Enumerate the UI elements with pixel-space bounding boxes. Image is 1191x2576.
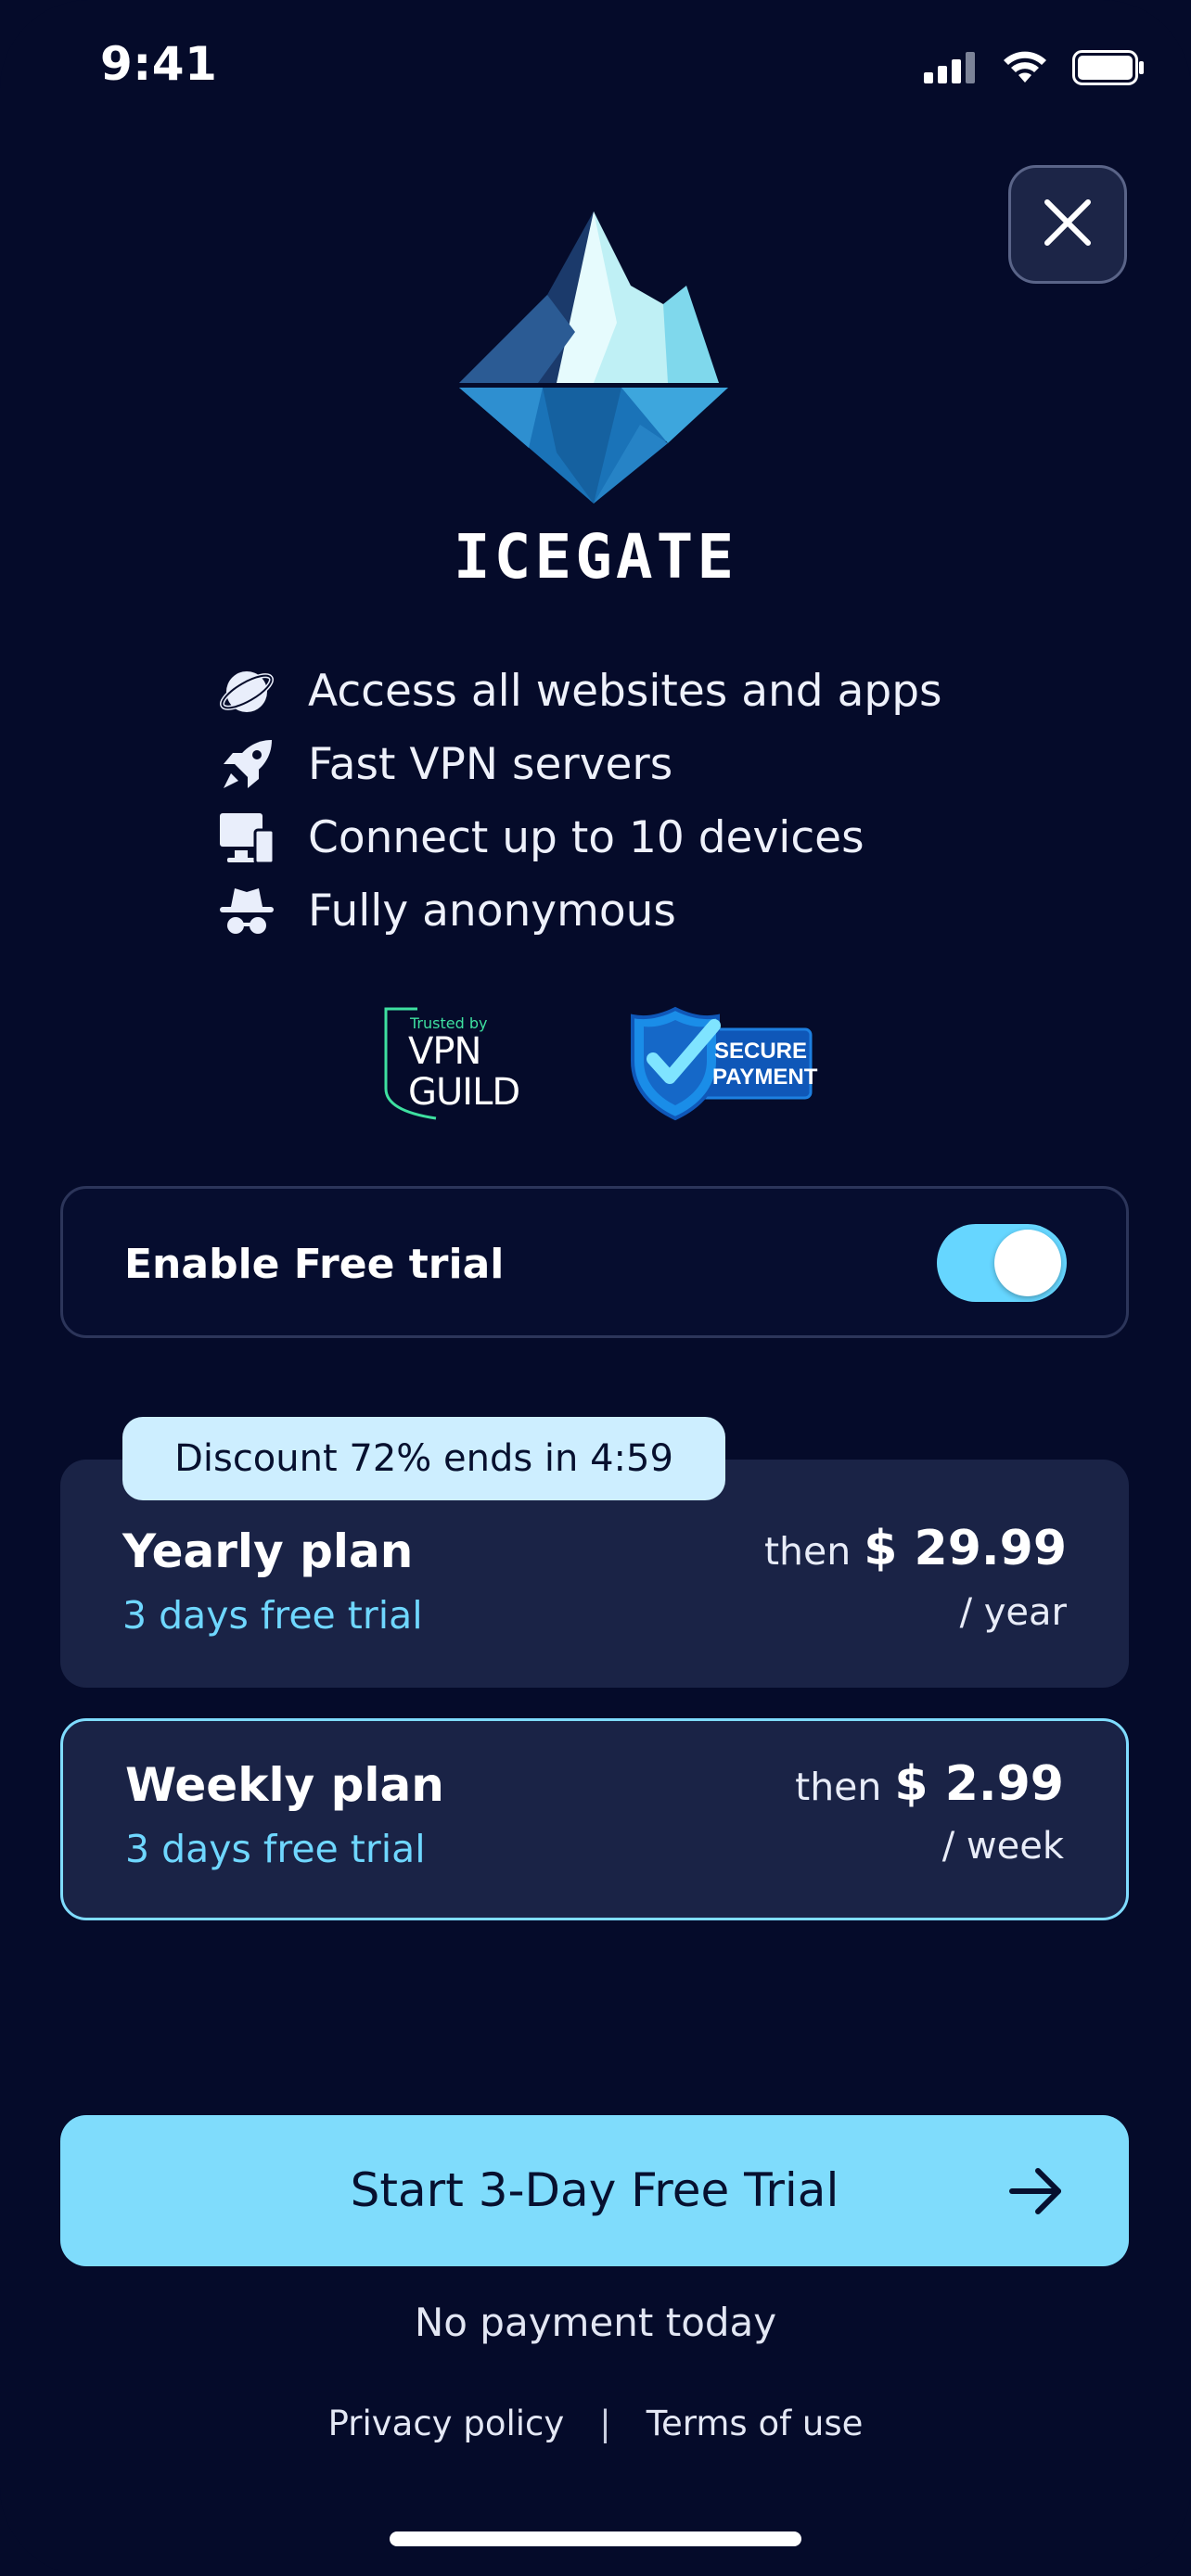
feature-item: Fully anonymous — [215, 874, 1050, 948]
secure-line1: SECURE — [713, 1039, 808, 1064]
feature-text: Fully anonymous — [308, 886, 676, 937]
status-time: 9:41 — [100, 37, 218, 91]
plan-then: then — [795, 1765, 882, 1809]
wifi-icon — [1002, 51, 1048, 88]
feature-item: Fast VPN servers — [215, 728, 1050, 801]
weekly-plan-card[interactable]: Weekly plan 3 days free trial then $ 2.99… — [60, 1718, 1129, 1920]
vpn-guild-line1: VPN — [408, 1030, 481, 1073]
secure-line2: PAYMENT — [712, 1065, 818, 1090]
status-bar: 9:41 — [0, 0, 1191, 139]
arrow-right-icon — [1008, 2165, 1064, 2217]
close-button[interactable] — [1008, 165, 1127, 284]
plan-price: then $ 2.99 — [795, 1756, 1064, 1812]
terms-of-use-link[interactable]: Terms of use — [647, 2404, 864, 2443]
footer-links: Privacy policy | Terms of use — [0, 2404, 1191, 2443]
brand-name: ICEGATE — [453, 521, 738, 593]
secure-payment-badge: SECURE PAYMENT — [629, 1003, 818, 1124]
rocket-icon — [215, 733, 278, 797]
discount-badge: Discount 72% ends in 4:59 — [122, 1417, 725, 1500]
toggle-knob — [994, 1230, 1061, 1296]
battery-icon — [1072, 50, 1145, 89]
free-trial-row: Enable Free trial — [60, 1186, 1129, 1338]
feature-list: Access all websites and apps Fast VPN se… — [215, 655, 1050, 948]
plan-amount: $ 2.99 — [894, 1756, 1064, 1812]
iceberg-logo-icon — [455, 211, 733, 508]
plan-trial: 3 days free trial — [122, 1593, 423, 1638]
feature-text: Fast VPN servers — [308, 739, 673, 790]
close-icon — [1042, 197, 1094, 252]
start-trial-button[interactable]: Start 3-Day Free Trial — [60, 2115, 1129, 2266]
plan-period: / week — [941, 1825, 1064, 1868]
footer-separator: | — [599, 2404, 611, 2443]
feature-item: Connect up to 10 devices — [215, 801, 1050, 874]
vpn-guild-title: VPN GUILD — [408, 1030, 520, 1114]
cellular-signal-icon — [924, 52, 978, 87]
plan-period: / year — [959, 1591, 1067, 1634]
privacy-policy-link[interactable]: Privacy policy — [328, 2404, 565, 2443]
vpn-guild-badge: Trusted by VPN GUILD — [380, 1003, 547, 1124]
feature-item: Access all websites and apps — [215, 655, 1050, 728]
status-icons — [924, 50, 1145, 89]
feature-text: Connect up to 10 devices — [308, 812, 864, 863]
plan-name: Yearly plan — [122, 1524, 414, 1578]
plan-trial: 3 days free trial — [125, 1827, 426, 1871]
plan-amount: $ 29.99 — [864, 1521, 1067, 1576]
devices-icon — [215, 807, 278, 870]
plan-name: Weekly plan — [125, 1758, 444, 1812]
start-trial-label: Start 3-Day Free Trial — [350, 2163, 839, 2217]
vpn-guild-line2: GUILD — [408, 1071, 520, 1114]
incognito-icon — [215, 880, 278, 943]
paywall-screen: 9:41 ICEGATE Access all websites and app… — [0, 0, 1191, 2576]
secure-payment-label: SECURE PAYMENT — [712, 1039, 818, 1090]
home-indicator — [390, 2531, 801, 2546]
plan-then: then — [763, 1529, 852, 1574]
free-trial-label: Enable Free trial — [124, 1241, 505, 1288]
no-payment-note: No payment today — [414, 2300, 777, 2345]
feature-text: Access all websites and apps — [308, 666, 942, 717]
plan-price: then $ 29.99 — [764, 1521, 1067, 1576]
planet-icon — [215, 660, 278, 723]
free-trial-toggle[interactable] — [937, 1224, 1067, 1302]
